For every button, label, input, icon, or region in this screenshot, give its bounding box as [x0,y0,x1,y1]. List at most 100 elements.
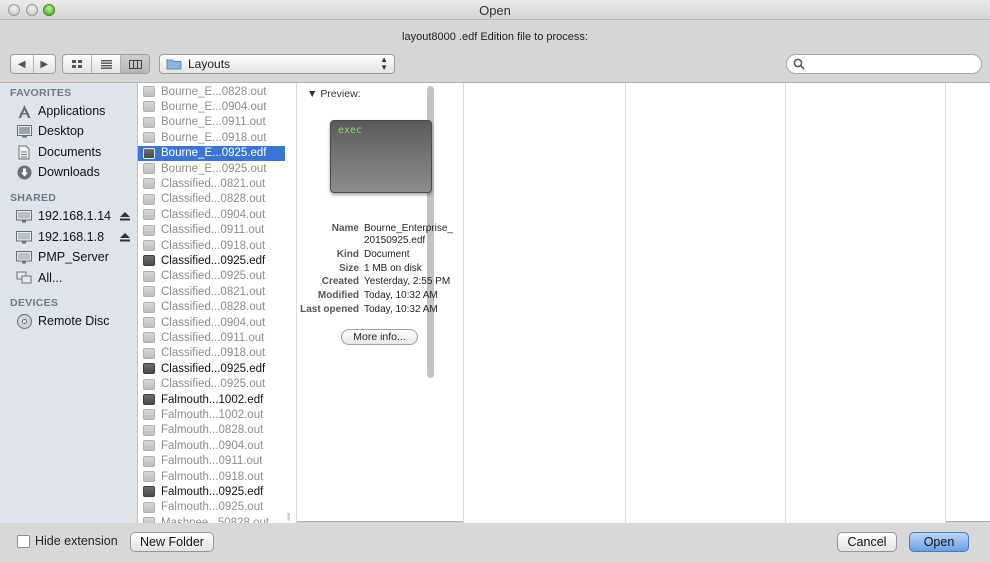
sidebar-item-applications[interactable]: Applications [16,102,136,120]
file-info-value: 20150925.edf [364,235,426,246]
file-name: Classified...0918.out [161,239,266,252]
cancel-button[interactable]: Cancel [837,532,897,552]
file-item[interactable]: Classified...0918.out [138,238,285,253]
downloads-icon [16,164,32,180]
file-item[interactable]: Classified...0918.out [138,346,285,361]
file-info-row: Modified Today, 10:32 AM [297,290,464,301]
thumbnail-text: exec [338,125,363,136]
new-folder-button[interactable]: New Folder [130,532,214,552]
file-item[interactable]: Bourne_E...0925.out [138,161,285,176]
file-name: Classified...0828.out [161,301,266,314]
file-item[interactable]: Classified...0925.edf [138,253,285,268]
file-info-key [297,235,364,246]
file-item[interactable]: Falmouth...0918.out [138,469,285,484]
empty-column-3 [786,83,946,523]
file-info-value: Bourne_Enterprise_ [364,223,453,234]
file-item[interactable]: Classified...0925.out [138,377,285,392]
view-mode-control [62,54,150,74]
file-info-value: 1 MB on disk [364,263,422,274]
sidebar-item-remote-disc[interactable]: Remote Disc [16,312,136,330]
file-info-row: Name Bourne_Enterprise_ [297,223,464,234]
navigation-buttons: ◀ ▶ [10,54,56,74]
file-item[interactable]: Falmouth...0925.edf [138,484,285,499]
file-item[interactable]: Classified...0821.out [138,284,285,299]
preview-pane: ▼ Preview: exec Name Bourne_Enterprise_ 20… [297,83,467,523]
open-button[interactable]: Open [909,532,969,552]
document-icon [143,116,155,128]
file-name: Falmouth...0925.out [161,501,264,514]
file-item[interactable]: Classified...0911.out [138,330,285,345]
preview-header[interactable]: ▼ Preview: [307,88,361,100]
file-item[interactable]: Falmouth...0911.out [138,454,285,469]
file-item[interactable]: Classified...0904.out [138,315,285,330]
sidebar-item-desktop[interactable]: Desktop [16,122,136,140]
eject-icon[interactable] [120,231,130,245]
column-resize-handle[interactable]: || [287,512,290,521]
file-thumbnail: exec [330,120,432,193]
sidebar-item-documents[interactable]: Documents [16,143,136,161]
search-input[interactable] [807,57,975,71]
file-info-row: Kind Document [297,249,464,260]
sidebar-item-192-168-1-8[interactable]: 192.168.1.8 [16,228,136,246]
file-name: Classified...0918.out [161,347,266,360]
file-name: Bourne_E...0911.out [161,116,266,129]
popup-arrows-icon: ▲ ▼ [380,55,388,72]
file-item[interactable]: Falmouth...0925.out [138,500,285,515]
file-item[interactable]: Bourne_E...0925.edf [138,145,285,161]
file-name: Classified...0925.edf [161,362,266,375]
document-icon [143,440,155,452]
document-icon [143,317,155,328]
network-icon [16,270,32,286]
file-info-key: Kind [336,249,359,260]
file-item[interactable]: Falmouth...1002.out [138,407,285,422]
file-item[interactable]: Bourne_E...0911.out [138,115,285,130]
forward-button[interactable]: ▶ [34,55,56,73]
sidebar-item-label: Applications [38,104,106,118]
hide-extension-checkbox[interactable] [17,535,30,548]
document-icon [143,378,155,390]
file-item[interactable]: Classified...0911.out [138,223,285,238]
more-info-button[interactable]: More info... [341,329,418,345]
file-item[interactable]: Classified...0904.out [138,207,285,222]
file-name: Falmouth...1002.out [161,408,264,421]
file-name: Classified...0911.out [161,224,265,237]
file-item[interactable]: Falmouth...1002.edf [138,392,285,407]
search-icon [793,58,805,70]
sidebar-item-192-168-1-14[interactable]: 192.168.1.14 [16,207,136,225]
file-item[interactable]: Falmouth...0904.out [138,438,285,453]
back-button[interactable]: ◀ [11,55,34,73]
document-icon [143,332,155,344]
file-item[interactable]: Bourne_E...0918.out [138,130,285,145]
icon-view-button[interactable] [63,55,92,73]
file-name: Falmouth...0918.out [161,470,264,483]
file-item[interactable]: Classified...0925.edf [138,361,285,376]
file-info-row: Last opened Today, 10:32 AM [297,304,464,315]
file-info-row: Size 1 MB on disk [297,263,464,274]
file-info-row: Created Yesterday, 2:55 PM [297,276,464,287]
file-browser: FAVORITES Applications Desktop Documents Dow… [0,82,990,529]
file-item[interactable]: Bourne_E...0904.out [138,99,285,114]
document-icon [143,163,155,174]
file-item[interactable]: Classified...0821.out [138,176,285,191]
file-item[interactable]: Falmouth...0828.out [138,423,285,438]
file-name: Classified...0925.out [161,378,266,391]
file-item[interactable]: Classified...0828.out [138,192,285,207]
sidebar-item-label: 192.168.1.14 [38,209,111,223]
sidebar-item-downloads[interactable]: Downloads [16,163,136,181]
sidebar-item-all[interactable]: All... [16,269,136,287]
column-view-button[interactable] [121,55,149,73]
file-name: Falmouth...1002.edf [161,393,264,406]
sidebar-item-pmp-server[interactable]: PMP_Server [16,248,136,266]
empty-column-1 [464,83,626,523]
file-item[interactable]: Classified...0925.out [138,269,285,284]
eject-icon[interactable] [120,210,130,224]
document-icon [143,240,155,251]
file-name: Bourne_E...0925.edf [161,147,267,160]
file-item[interactable]: Classified...0828.out [138,300,285,315]
location-popup[interactable]: Layouts ▲ ▼ [159,54,395,74]
list-view-button[interactable] [92,55,121,73]
disclosure-triangle-icon: ▼ [307,88,318,100]
file-name: Falmouth...0904.out [161,439,264,452]
search-field[interactable] [786,54,982,74]
file-item[interactable]: Bourne_E...0828.out [138,84,285,99]
